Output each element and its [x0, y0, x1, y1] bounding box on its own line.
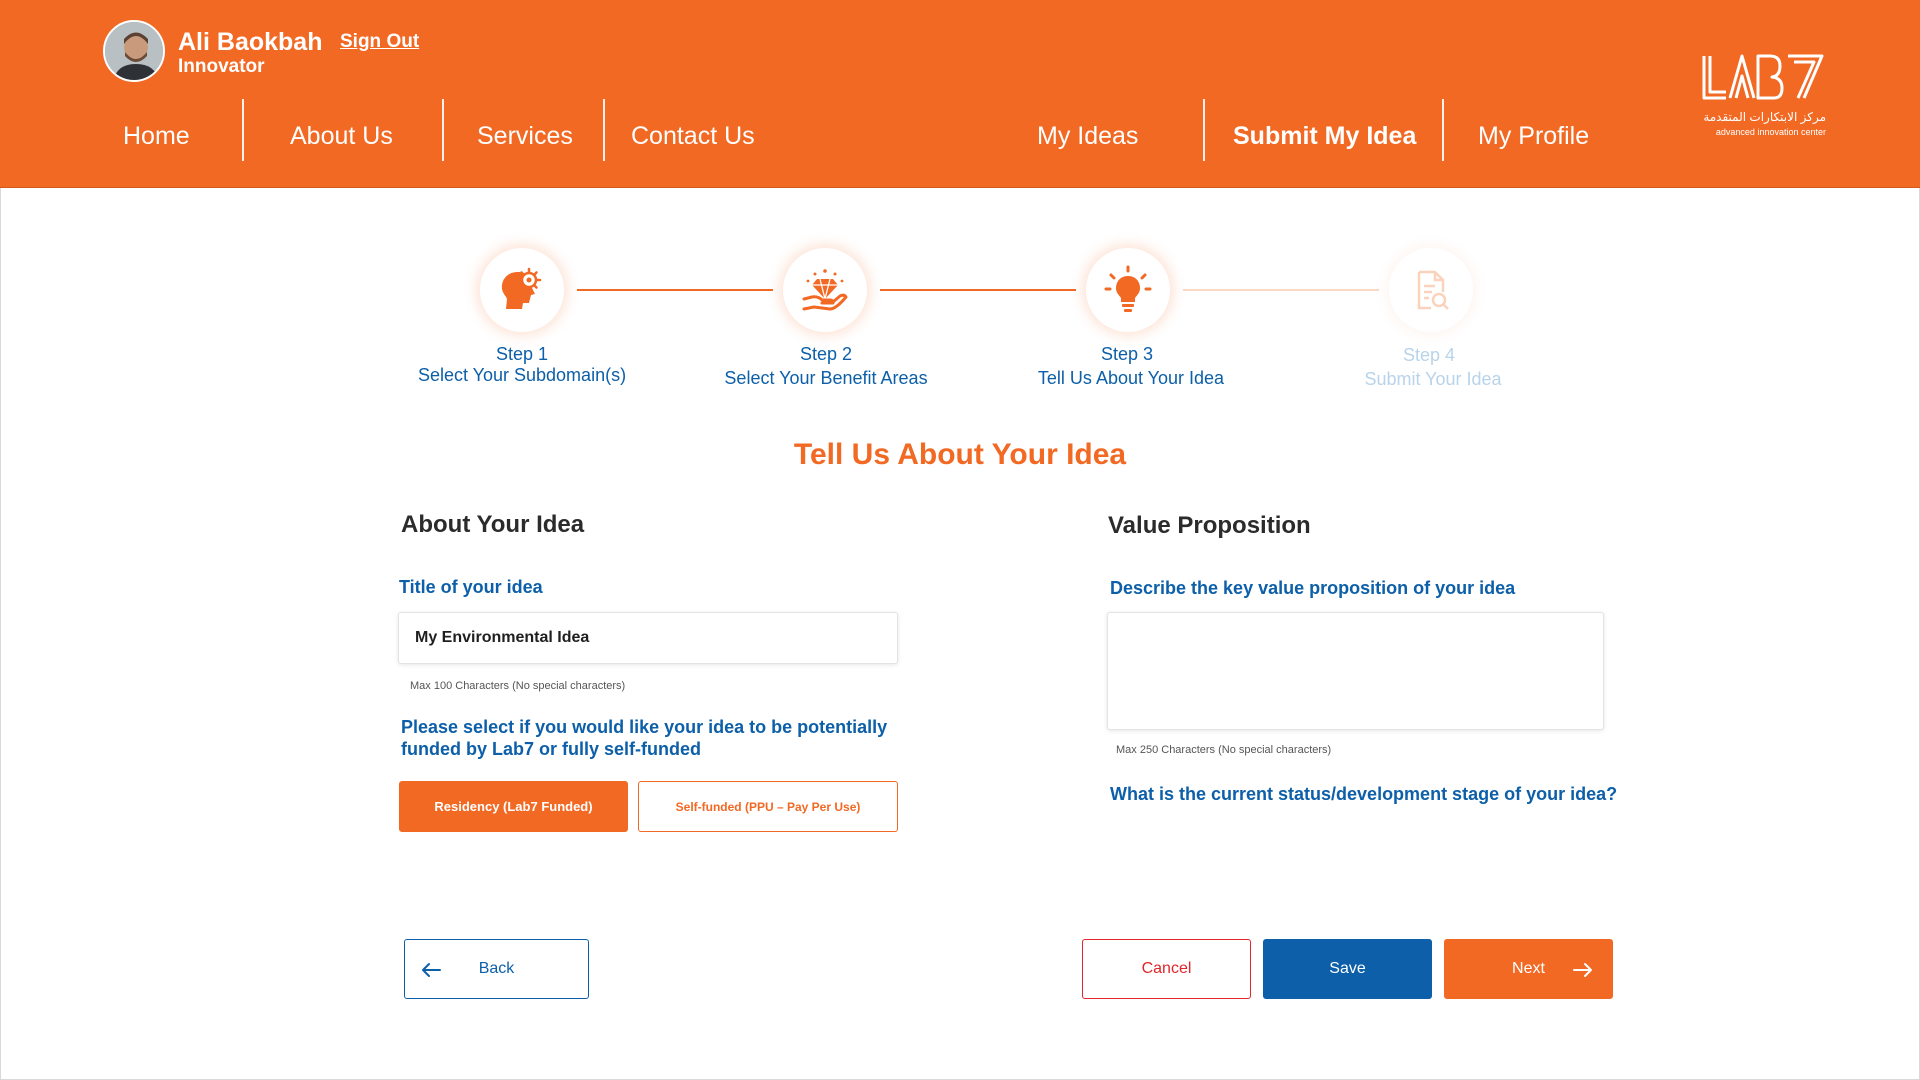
nav-divider — [1203, 99, 1205, 161]
user-name: Ali Baokbah — [178, 28, 323, 56]
logo-english-text: advanced innovation center — [1715, 127, 1826, 137]
arrow-right-icon — [1573, 963, 1592, 977]
arrow-left-icon — [422, 963, 441, 977]
funding-label: Please select if you would like your ide… — [401, 717, 888, 759]
development-stage-label: What is the current status/development s… — [1110, 784, 1618, 804]
sign-out-link[interactable]: Sign Out — [340, 31, 419, 53]
logo-arabic-text: مركز الابتكارات المتقدمة — [1703, 110, 1826, 124]
page-title: Tell Us About Your Idea — [793, 438, 1127, 471]
save-button[interactable]: Save — [1263, 939, 1432, 999]
nav-submit-idea[interactable]: Submit My Idea — [1233, 122, 1416, 151]
step-4-circle[interactable] — [1389, 248, 1473, 332]
avatar[interactable] — [103, 20, 165, 82]
back-button-label: Back — [478, 960, 515, 977]
head-gear-icon — [501, 267, 542, 309]
document-search-icon — [1417, 270, 1449, 310]
about-heading: About Your Idea — [401, 511, 585, 538]
value-proposition-label: Describe the key value proposition of yo… — [1110, 578, 1516, 598]
nav-divider — [442, 99, 444, 161]
residency-funded-button[interactable]: Residency (Lab7 Funded) — [399, 781, 628, 832]
nav-divider — [242, 99, 244, 161]
value-proposition-hint: Max 250 Characters (No special character… — [1116, 744, 1332, 756]
header-bar: Ali Baokbah Innovator Sign Out Home Abou… — [0, 0, 1920, 188]
value-proposition-heading: Value Proposition — [1108, 512, 1311, 539]
nav-divider — [1442, 99, 1444, 161]
nav-divider — [603, 99, 605, 161]
step-3-circle[interactable] — [1086, 248, 1170, 332]
nav-contact[interactable]: Contact Us — [631, 122, 755, 151]
step-connector — [577, 289, 773, 291]
nav-services[interactable]: Services — [477, 122, 573, 151]
lab7-logo-mark — [1702, 54, 1824, 100]
step-4-number: Step 4 — [1402, 345, 1456, 365]
hand-diamond-icon — [802, 269, 848, 311]
idea-title-hint: Max 100 Characters (No special character… — [410, 680, 626, 692]
nav-my-ideas[interactable]: My Ideas — [1037, 122, 1138, 151]
step-3-title: Tell Us About Your Idea — [1037, 368, 1225, 388]
next-button-label: Next — [1512, 960, 1545, 977]
step-2-number: Step 2 — [799, 344, 853, 364]
step-4-title: Submit Your Idea — [1364, 369, 1502, 389]
idea-title-label: Title of your idea — [399, 577, 543, 597]
lab7-logo[interactable]: مركز الابتكارات المتقدمة advanced innova… — [1700, 52, 1826, 142]
step-1-title: Select Your Subdomain(s) — [417, 365, 627, 385]
nav-home[interactable]: Home — [123, 122, 190, 151]
cancel-button[interactable]: Cancel — [1082, 939, 1251, 999]
step-connector — [880, 289, 1076, 291]
step-2-circle[interactable] — [783, 248, 867, 332]
step-1-number: Step 1 — [495, 344, 549, 364]
idea-title-input[interactable] — [398, 612, 898, 664]
value-proposition-textarea[interactable] — [1107, 612, 1604, 730]
nav-about[interactable]: About Us — [290, 122, 393, 151]
step-3-number: Step 3 — [1100, 344, 1154, 364]
nav-my-profile[interactable]: My Profile — [1478, 122, 1589, 151]
step-1-circle[interactable] — [480, 248, 564, 332]
next-button[interactable]: Next — [1444, 939, 1613, 999]
user-role: Innovator — [178, 56, 265, 77]
step-2-title: Select Your Benefit Areas — [724, 368, 928, 388]
back-button[interactable]: Back — [404, 939, 589, 999]
self-funded-button[interactable]: Self-funded (PPU – Pay Per Use) — [638, 781, 898, 832]
step-connector — [1183, 289, 1379, 291]
lightbulb-icon — [1104, 265, 1152, 312]
